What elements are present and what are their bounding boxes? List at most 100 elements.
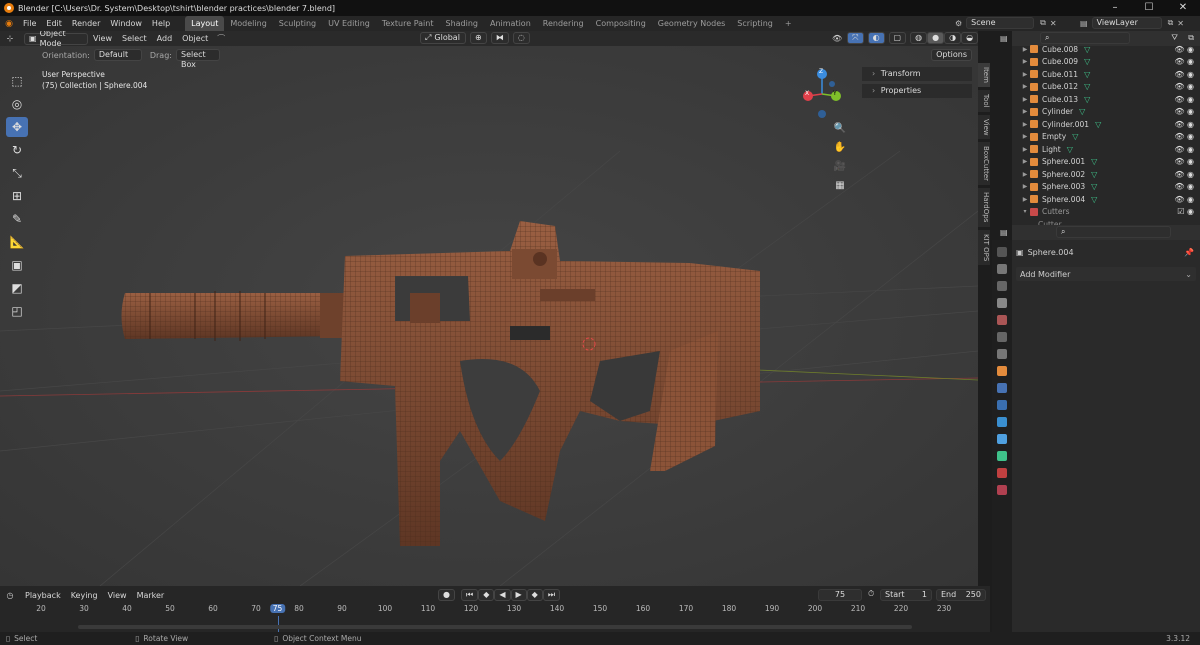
- scene-delete-icon[interactable]: ✕: [1050, 19, 1057, 28]
- transform-tool-icon[interactable]: ⊞: [6, 186, 28, 206]
- outliner-item-name[interactable]: Cube.011: [1042, 70, 1078, 79]
- outliner-row[interactable]: ▶ Light ▽ 👁 ◉: [1020, 143, 1200, 156]
- outliner-item-name[interactable]: Cube.012: [1042, 82, 1078, 91]
- tab-rendering[interactable]: Rendering: [537, 16, 590, 31]
- sidebar-tab-kitops[interactable]: KIT OPS: [978, 229, 990, 265]
- data-tab-icon[interactable]: [997, 451, 1007, 461]
- menu-file[interactable]: File: [18, 16, 41, 31]
- expand-arrow-icon[interactable]: ▶: [1020, 71, 1030, 78]
- view-layer-field[interactable]: ViewLayer: [1091, 17, 1162, 29]
- expand-arrow-icon[interactable]: ▾: [1020, 208, 1030, 215]
- outliner-row[interactable]: ▶ Sphere.001 ▽ 👁 ◉: [1020, 156, 1200, 169]
- outliner-item-name[interactable]: Empty: [1042, 132, 1066, 141]
- pin-icon[interactable]: 📌: [1184, 248, 1194, 257]
- outliner-item-name[interactable]: Sphere.003: [1042, 182, 1085, 191]
- eye-visibility-icon[interactable]: 👁 ◉: [1174, 45, 1194, 54]
- modifier-tab-icon[interactable]: [997, 383, 1007, 393]
- eye-visibility-icon[interactable]: 👁 ◉: [1174, 170, 1194, 179]
- scene-tab-icon[interactable]: [997, 315, 1007, 325]
- constraints-tab-icon[interactable]: [997, 434, 1007, 444]
- gizmo-toggle-icon[interactable]: ⤧: [847, 32, 864, 44]
- transform-orientation-dropdown[interactable]: ⤢ Global: [420, 32, 466, 44]
- link-icon[interactable]: ⌒: [217, 33, 225, 44]
- tab-scripting[interactable]: Scripting: [731, 16, 779, 31]
- add-workspace-button[interactable]: +: [779, 16, 798, 31]
- close-icon[interactable]: ✕: [1166, 0, 1200, 16]
- eye-visibility-icon[interactable]: 👁 ◉: [1174, 182, 1194, 191]
- outliner-item-name[interactable]: Sphere.002: [1042, 170, 1085, 179]
- sidebar-tab-view[interactable]: View: [978, 114, 990, 140]
- navigation-gizmo[interactable]: Z X Y: [800, 66, 850, 121]
- xray-icon[interactable]: ▢: [888, 32, 907, 44]
- expand-arrow-icon[interactable]: ▶: [1020, 121, 1030, 128]
- rendered-shading-icon[interactable]: ◒: [961, 32, 978, 44]
- options-dropdown[interactable]: Options: [931, 49, 972, 61]
- outliner-row[interactable]: ▶ Cube.009 ▽ 👁 ◉: [1020, 56, 1200, 69]
- eye-visibility-icon[interactable]: 👁 ◉: [1174, 107, 1194, 116]
- material-tab-icon[interactable]: [997, 468, 1007, 478]
- zoom-icon[interactable]: 🔍: [832, 123, 848, 142]
- tab-uv-editing[interactable]: UV Editing: [322, 16, 376, 31]
- new-collection-icon[interactable]: ⧉: [1188, 33, 1194, 43]
- move-tool-icon[interactable]: ✥: [6, 117, 28, 137]
- expand-arrow-icon[interactable]: ▶: [1020, 108, 1030, 115]
- eye-visibility-icon[interactable]: 👁 ◉: [1174, 82, 1194, 91]
- select-tool-icon[interactable]: ⬚: [6, 71, 28, 91]
- expand-arrow-icon[interactable]: ▶: [1020, 183, 1030, 190]
- scene-field[interactable]: Scene: [966, 17, 1035, 29]
- eye-visibility-icon[interactable]: 👁 ◉: [1174, 120, 1194, 129]
- outliner-collection-row[interactable]: ▾ Cutters ☑ ◉: [1020, 206, 1200, 219]
- expand-arrow-icon[interactable]: ▶: [1020, 171, 1030, 178]
- add-modifier-button[interactable]: Add Modifier ⌄: [1016, 267, 1196, 281]
- sidebar-tab-boxcutter[interactable]: BoxCutter: [978, 142, 990, 186]
- outliner-row[interactable]: ▶ Cube.011 ▽ 👁 ◉: [1020, 68, 1200, 81]
- maximize-icon[interactable]: ☐: [1132, 0, 1166, 16]
- eye-visibility-icon[interactable]: 👁 ◉: [1174, 145, 1194, 154]
- expand-arrow-icon[interactable]: ▶: [1020, 96, 1030, 103]
- object-tab-icon[interactable]: [997, 366, 1007, 376]
- timeline-scrollbar[interactable]: [78, 625, 912, 629]
- outliner-item-name[interactable]: Cylinder.001: [1042, 120, 1089, 129]
- tab-compositing[interactable]: Compositing: [590, 16, 652, 31]
- menu-window[interactable]: Window: [105, 16, 147, 31]
- eye-visibility-icon[interactable]: 👁 ◉: [1174, 132, 1194, 141]
- outliner-row[interactable]: ▶ Sphere.003 ▽ 👁 ◉: [1020, 181, 1200, 194]
- rotate-tool-icon[interactable]: ↻: [6, 140, 28, 160]
- material-shading-icon[interactable]: ◑: [944, 32, 962, 44]
- properties-panel[interactable]: › Properties: [862, 84, 972, 98]
- ortho-grid-icon[interactable]: ▦: [832, 180, 848, 199]
- sidebar-tab-item[interactable]: Item: [978, 63, 990, 87]
- outliner-editor-icon[interactable]: ▤: [1000, 34, 1008, 43]
- expand-arrow-icon[interactable]: ▶: [1020, 146, 1030, 153]
- outliner-row[interactable]: ▶ Cylinder.001 ▽ 👁 ◉: [1020, 118, 1200, 131]
- outliner-item-name[interactable]: Cube.008: [1042, 45, 1078, 54]
- sidebar-tab-tool[interactable]: Tool: [978, 89, 990, 112]
- camera-icon[interactable]: 🎥: [832, 161, 848, 180]
- outliner-row[interactable]: ▶ Cube.013 ▽ 👁 ◉: [1020, 93, 1200, 106]
- outliner-collection-name[interactable]: Cutters: [1042, 207, 1069, 216]
- tab-layout[interactable]: Layout: [185, 16, 225, 31]
- object-mode-dropdown[interactable]: ▣ Object Mode: [24, 31, 88, 48]
- pivot-point-icon[interactable]: ⊕: [470, 32, 487, 44]
- tab-modeling[interactable]: Modeling: [224, 16, 272, 31]
- view-layer-delete-icon[interactable]: ✕: [1177, 19, 1184, 28]
- minimize-icon[interactable]: –: [1098, 0, 1132, 16]
- outliner-row[interactable]: ▶ Cylinder ▽ 👁 ◉: [1020, 106, 1200, 119]
- scene-new-icon[interactable]: ⧉: [1040, 18, 1046, 28]
- expand-arrow-icon[interactable]: ▶: [1020, 46, 1030, 53]
- snap-icon[interactable]: ⧓: [490, 32, 509, 44]
- transform-panel[interactable]: › Transform: [862, 67, 972, 81]
- editor-type-icon[interactable]: ⊹: [0, 34, 20, 43]
- menu-help[interactable]: Help: [147, 16, 175, 31]
- drag-dropdown[interactable]: Select Box: [175, 49, 220, 69]
- tab-texture-paint[interactable]: Texture Paint: [376, 16, 440, 31]
- checkbox-icon[interactable]: ☑ ◉: [1177, 207, 1194, 216]
- expand-arrow-icon[interactable]: ▶: [1020, 158, 1030, 165]
- annotate-tool-icon[interactable]: ✎: [6, 209, 28, 229]
- expand-arrow-icon[interactable]: ▶: [1020, 58, 1030, 65]
- menu-edit[interactable]: Edit: [41, 16, 67, 31]
- tab-geometry-nodes[interactable]: Geometry Nodes: [652, 16, 731, 31]
- tool-tab-icon[interactable]: [997, 247, 1007, 257]
- view-layer-tab-icon[interactable]: [997, 298, 1007, 308]
- scale-tool-icon[interactable]: ⤡: [6, 163, 28, 183]
